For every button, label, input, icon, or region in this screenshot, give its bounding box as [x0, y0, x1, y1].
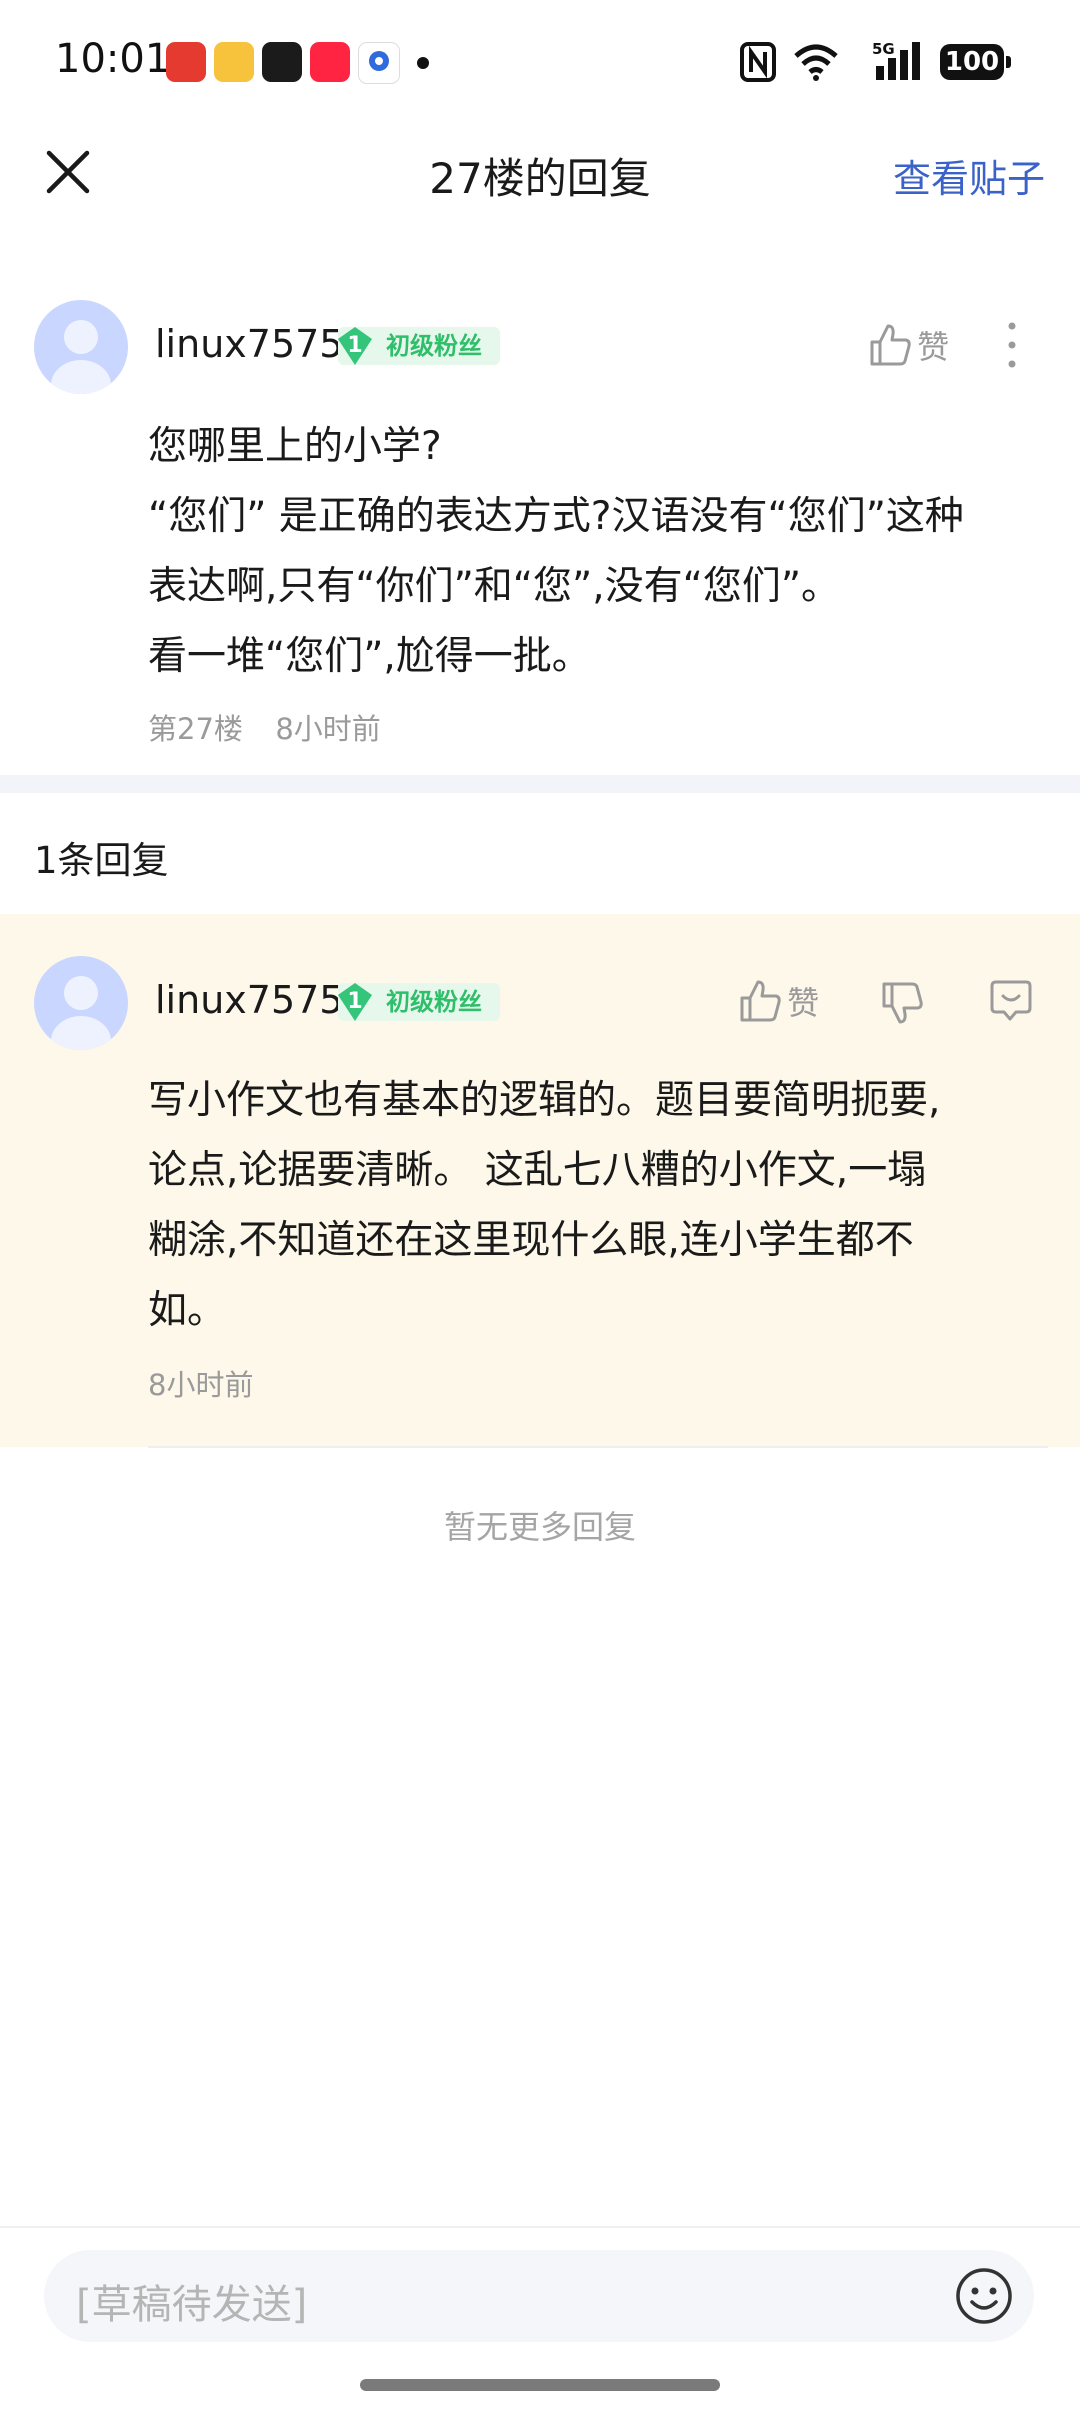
badge-label: 初级粉丝	[386, 332, 482, 360]
fan-level-badge: 1 初级粉丝	[338, 983, 500, 1021]
avatar[interactable]	[34, 956, 128, 1050]
badge-level: 1	[347, 989, 363, 1014]
weibo-icon	[214, 42, 254, 82]
reply-line: 论点,论据要清晰。 这乱七八糟的小作文,一塌	[148, 1148, 927, 1193]
like-label: 赞	[917, 328, 950, 366]
badge-level: 1	[347, 333, 363, 358]
divider	[148, 1446, 1048, 1448]
reply-line: 糊涂,不知道还在这里现什么眼,连小学生都不	[148, 1218, 914, 1263]
reply-count: 1条回复	[34, 839, 169, 882]
emoji-icon[interactable]	[954, 2266, 1014, 2326]
svg-text:5G: 5G	[872, 40, 895, 58]
reply-comment-icon[interactable]	[988, 978, 1034, 1024]
username[interactable]: linux7575	[155, 322, 343, 366]
home-indicator[interactable]	[360, 2379, 720, 2391]
reply-line: 写小作文也有基本的逻辑的。题目要简明扼要,	[148, 1078, 941, 1123]
app-notification-icon	[262, 42, 302, 82]
cellular-5g-icon: 5G	[872, 40, 920, 80]
post-content[interactable]: 您哪里上的小学? “您们” 是正确的表达方式?汉语没有“您们”这种 表达啊,只有…	[148, 412, 1048, 692]
app-notification-icon	[358, 42, 400, 84]
fan-level-badge: 1 初级粉丝	[338, 327, 500, 365]
reply-content[interactable]: 写小作文也有基本的逻辑的。题目要简明扼要, 论点,论据要清晰。 这乱七八糟的小作…	[148, 1066, 1058, 1346]
post-time: 8小时前	[275, 712, 381, 746]
post-line: 表达啊,只有“你们”和“您”,没有“您们”。	[148, 564, 841, 609]
nfc-icon	[740, 42, 776, 82]
thumbs-up-icon	[740, 980, 781, 1022]
reply-input-placeholder: [草稿待发送]	[76, 2282, 308, 2328]
status-time: 10:01	[55, 36, 171, 82]
view-post-link[interactable]: 查看贴子	[893, 148, 1045, 203]
post-line: 您哪里上的小学?	[148, 424, 442, 469]
post-meta: 第27楼 8小时前	[148, 706, 381, 748]
reply-time: 8小时前	[148, 1368, 254, 1402]
post-line: 看一堆“您们”,尬得一批。	[148, 634, 591, 679]
avatar[interactable]	[34, 300, 128, 394]
like-button[interactable]: 赞	[868, 322, 949, 368]
wifi-icon	[794, 44, 838, 81]
thumbs-down-icon[interactable]	[880, 980, 924, 1026]
badge-label: 初级粉丝	[386, 988, 482, 1016]
section-divider	[0, 775, 1080, 793]
like-label: 赞	[787, 984, 820, 1022]
reply-line: 如。	[148, 1288, 227, 1333]
app-notification-icon	[166, 42, 206, 82]
floor-number: 第27楼	[148, 712, 243, 746]
no-more-replies: 暂无更多回复	[443, 1508, 636, 1546]
more-notifications-dot	[417, 57, 429, 69]
battery-indicator: 100	[940, 44, 1011, 80]
post-line: “您们” 是正确的表达方式?汉语没有“您们”这种	[148, 494, 964, 539]
divider	[0, 2226, 1080, 2228]
xiaohongshu-icon	[310, 42, 350, 82]
thumbs-up-icon	[870, 324, 911, 366]
more-options-icon[interactable]	[1000, 320, 1024, 370]
like-button[interactable]: 赞	[738, 978, 819, 1024]
username[interactable]: linux7575	[155, 978, 343, 1022]
